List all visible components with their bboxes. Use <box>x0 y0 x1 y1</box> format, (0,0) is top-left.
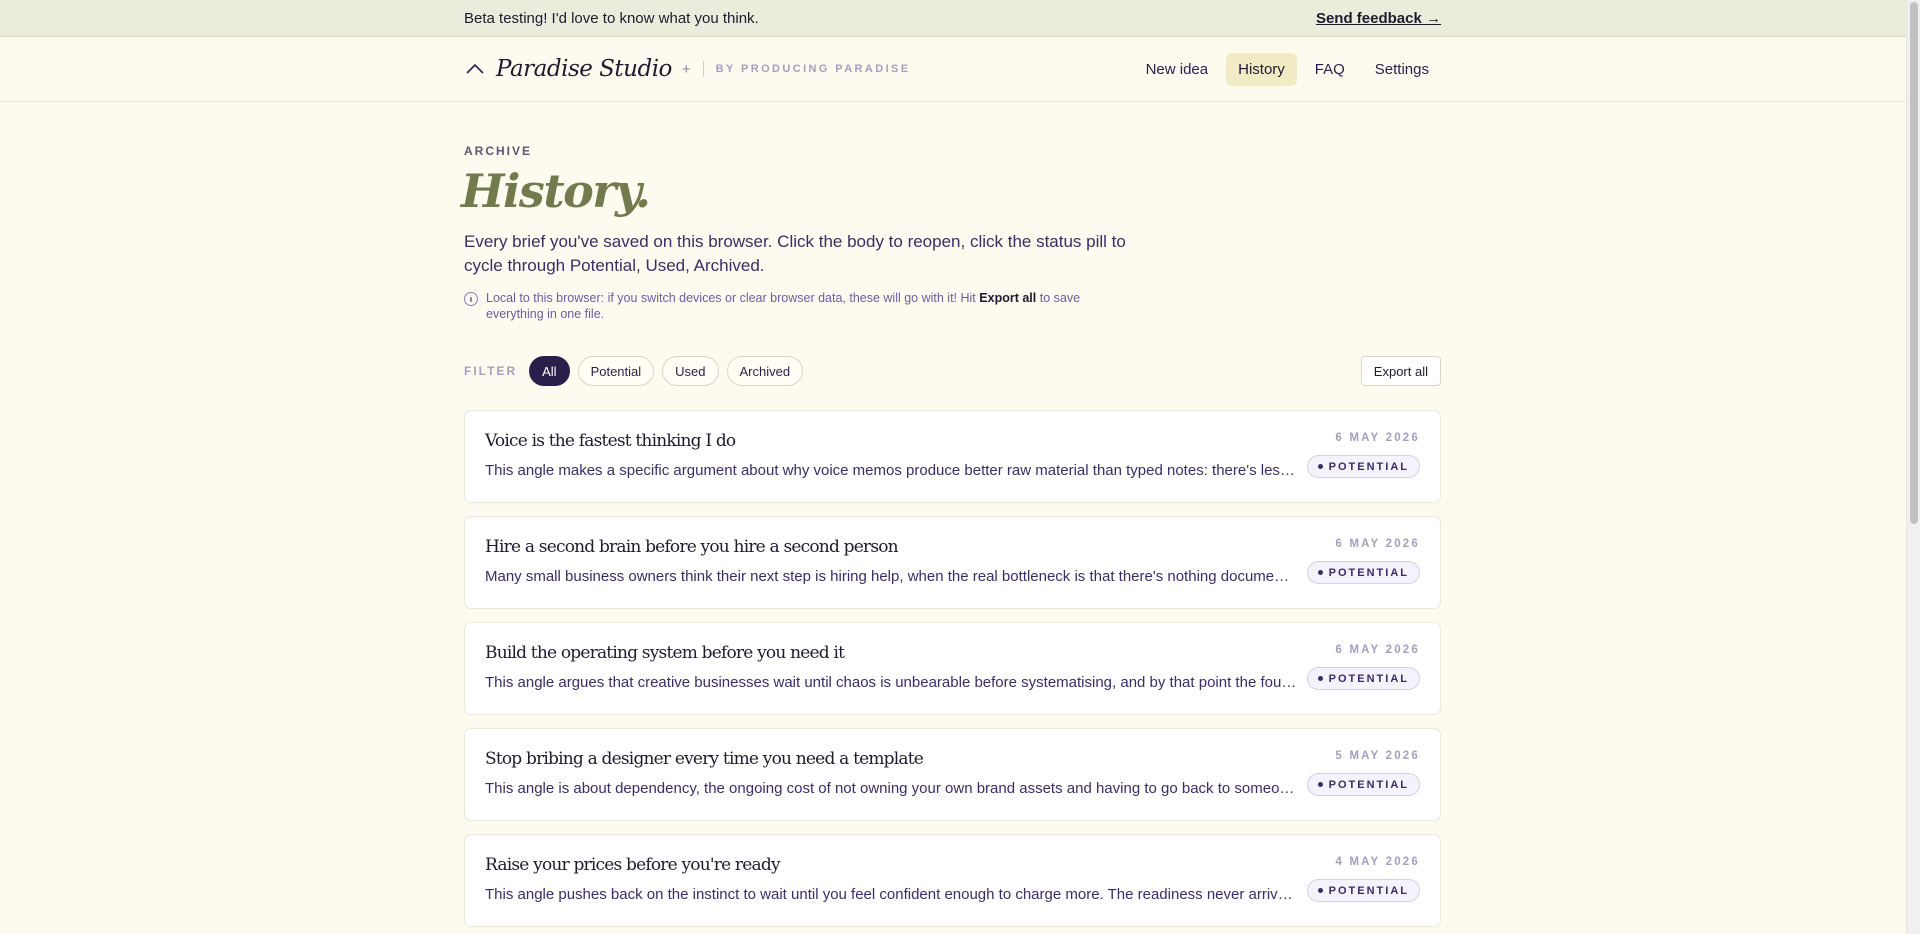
brand-name[interactable]: Paradise Studio <box>496 56 672 82</box>
banner-inner: Beta testing! I'd love to know what you … <box>464 0 1441 36</box>
brief-card[interactable]: Voice is the fastest thinking I do This … <box>464 410 1441 503</box>
filter-label: FILTER <box>464 364 518 378</box>
status-pill[interactable]: POTENTIAL <box>1306 561 1420 584</box>
scrollbar-thumb[interactable] <box>1910 2 1918 524</box>
brief-date: 5 MAY 2026 <box>1335 750 1420 762</box>
brief-summary: Many small business owners think their n… <box>485 568 1297 585</box>
brief-summary: This angle argues that creative business… <box>485 674 1297 691</box>
note-prefix: Local to this browser: if you switch dev… <box>486 291 976 305</box>
brief-title: Voice is the fastest thinking I do <box>485 431 736 451</box>
brief-card[interactable]: Stop bribing a designer every time you n… <box>464 728 1441 821</box>
status-dot-icon <box>1317 782 1323 787</box>
local-storage-note: Local to this browser: if you switch dev… <box>464 290 1124 322</box>
page-title: History. <box>461 164 651 218</box>
brief-card[interactable]: Raise your prices before you're ready Th… <box>464 834 1441 927</box>
brief-title: Stop bribing a designer every time you n… <box>485 749 924 769</box>
status-label: POTENTIAL <box>1328 884 1409 897</box>
brief-date: 6 MAY 2026 <box>1335 538 1420 550</box>
filter-chip-potential[interactable]: Potential <box>577 356 655 386</box>
brief-card[interactable]: Hire a second brain before you hire a se… <box>464 516 1441 609</box>
note-text: Local to this browser: if you switch dev… <box>486 290 1124 322</box>
status-dot-icon <box>1317 464 1323 469</box>
nav-links: New idea History FAQ Settings <box>1134 52 1441 86</box>
filter-chip-all[interactable]: All <box>529 356 570 386</box>
status-pill[interactable]: POTENTIAL <box>1306 773 1420 796</box>
nav-link-settings[interactable]: Settings <box>1363 53 1441 86</box>
status-label: POTENTIAL <box>1328 778 1409 791</box>
status-pill[interactable]: POTENTIAL <box>1306 455 1420 478</box>
nav-link-history[interactable]: History <box>1226 52 1297 86</box>
send-feedback-link[interactable]: Send feedback → <box>1316 10 1441 27</box>
brand-byline: BY PRODUCING PARADISE <box>715 63 911 75</box>
chevron-up-icon[interactable] <box>464 58 486 80</box>
brand: Paradise Studio + BY PRODUCING PARADISE <box>464 56 911 82</box>
filter-bar: FILTER All Potential Used Archived Expor… <box>464 356 1441 386</box>
info-icon <box>464 292 478 306</box>
nav-link-faq[interactable]: FAQ <box>1303 53 1357 86</box>
brief-summary: This angle is about dependency, the ongo… <box>485 780 1297 797</box>
top-nav: Paradise Studio + BY PRODUCING PARADISE … <box>0 37 1906 102</box>
status-dot-icon <box>1317 570 1323 575</box>
status-dot-icon <box>1317 676 1323 681</box>
brand-divider <box>702 61 704 77</box>
brief-date: 6 MAY 2026 <box>1335 432 1420 444</box>
brief-title: Raise your prices before you're ready <box>485 855 781 875</box>
page-eyebrow: ARCHIVE <box>464 144 533 158</box>
status-label: POTENTIAL <box>1328 672 1409 685</box>
filter-chip-used[interactable]: Used <box>662 356 719 386</box>
brief-summary: This angle pushes back on the instinct t… <box>485 886 1297 903</box>
plus-icon: + <box>681 60 691 78</box>
page-scrollbar[interactable] <box>1906 0 1920 934</box>
brief-summary: This angle makes a specific argument abo… <box>485 462 1297 479</box>
status-label: POTENTIAL <box>1328 460 1409 473</box>
nav-link-new-idea[interactable]: New idea <box>1134 53 1221 86</box>
brief-date: 4 MAY 2026 <box>1335 856 1420 868</box>
beta-banner: Beta testing! I'd love to know what you … <box>0 0 1906 37</box>
brief-title: Hire a second brain before you hire a se… <box>485 537 899 557</box>
note-export-mention: Export all <box>979 291 1037 305</box>
export-all-button[interactable]: Export all <box>1360 356 1441 386</box>
brief-list: Voice is the fastest thinking I do This … <box>464 410 1441 934</box>
brief-title: Build the operating system before you ne… <box>485 643 845 663</box>
brief-date: 6 MAY 2026 <box>1335 644 1420 656</box>
status-pill[interactable]: POTENTIAL <box>1306 667 1420 690</box>
status-dot-icon <box>1317 888 1323 893</box>
status-label: POTENTIAL <box>1328 566 1409 579</box>
filter-chip-archived[interactable]: Archived <box>726 356 804 386</box>
brief-card[interactable]: Build the operating system before you ne… <box>464 622 1441 715</box>
banner-message: Beta testing! I'd love to know what you … <box>464 9 759 27</box>
page-description: Every brief you've saved on this browser… <box>464 232 1126 275</box>
status-pill[interactable]: POTENTIAL <box>1306 879 1420 902</box>
nav-inner: Paradise Studio + BY PRODUCING PARADISE … <box>464 37 1441 101</box>
